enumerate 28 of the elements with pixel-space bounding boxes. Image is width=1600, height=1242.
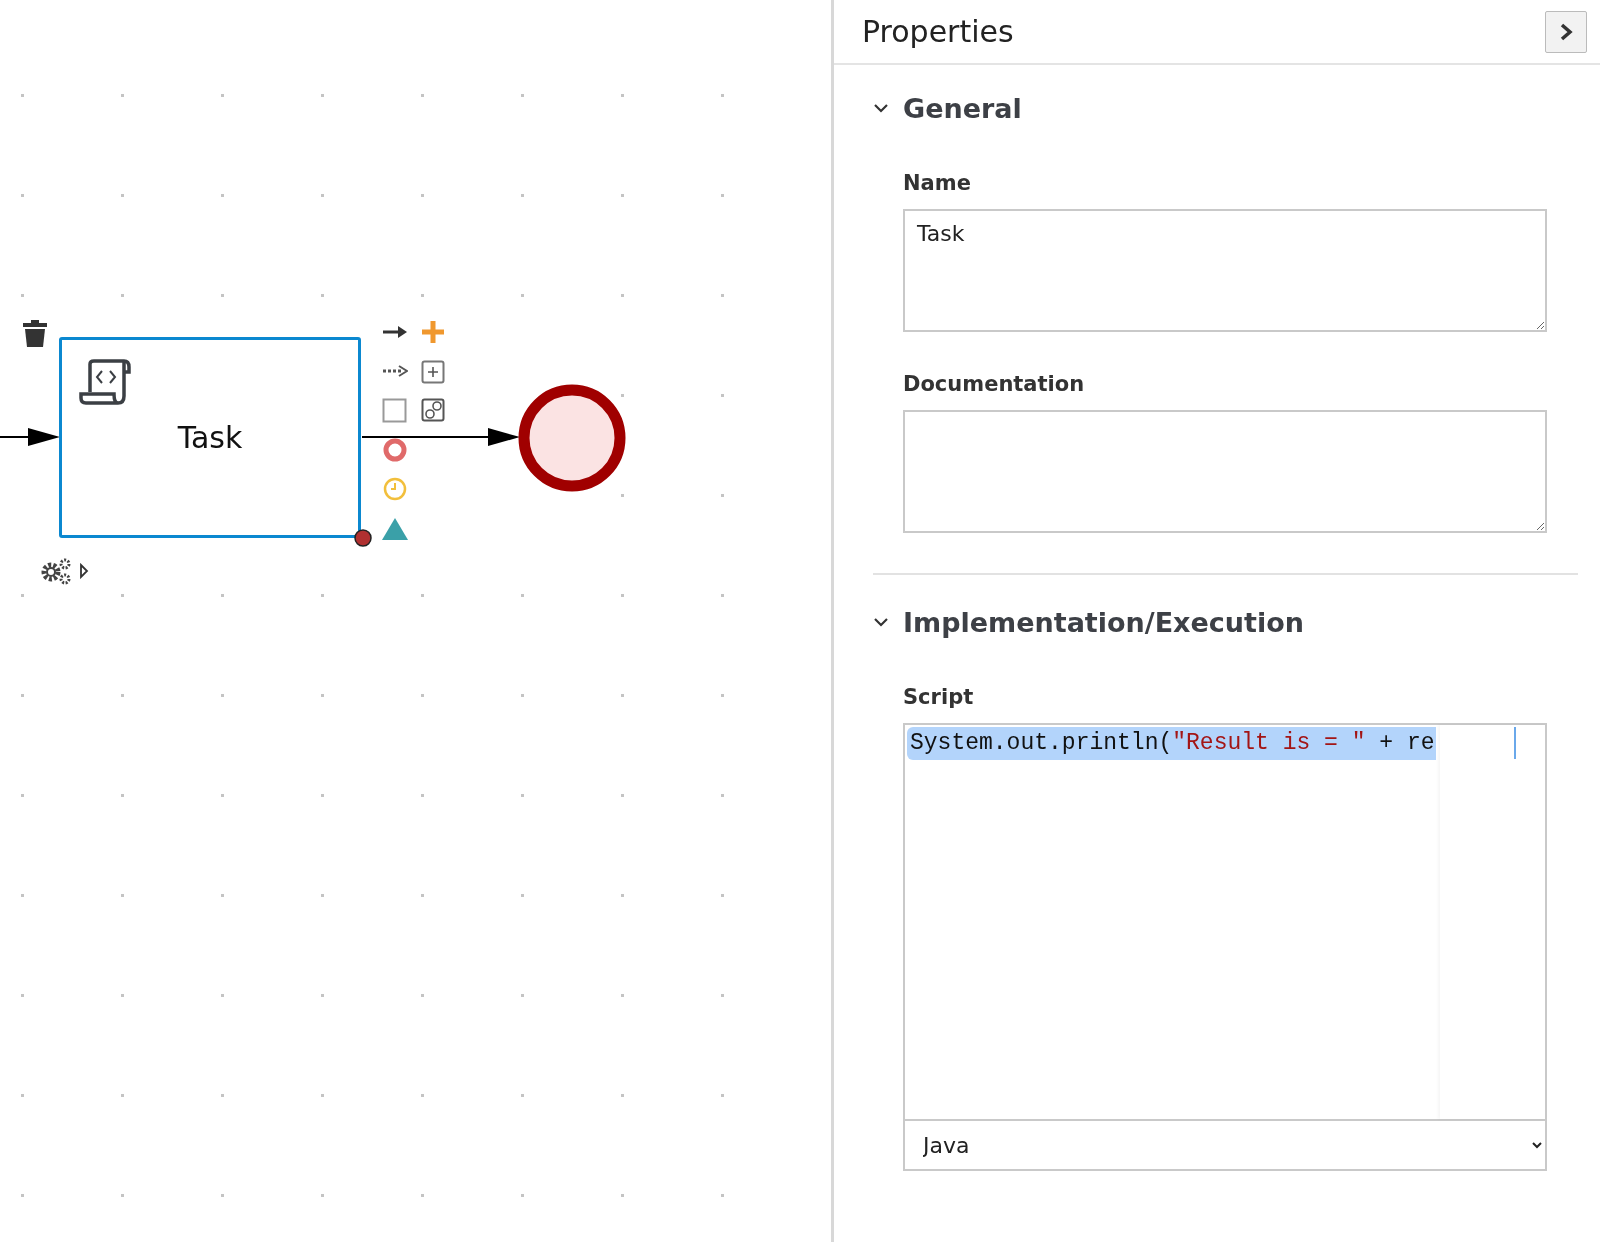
sequence-flow-arrow[interactable]	[362, 426, 520, 448]
collapse-panel-button[interactable]	[1545, 10, 1587, 53]
task-shape-icon[interactable]	[382, 398, 407, 423]
end-event[interactable]	[518, 384, 626, 492]
trash-icon[interactable]	[22, 318, 48, 348]
field-label: Script	[903, 685, 975, 709]
arrow-icon[interactable]	[382, 324, 408, 340]
resize-handle-icon[interactable]	[354, 529, 372, 547]
code-editor[interactable]: System.out.println("Result is = " + re	[903, 723, 1547, 1119]
script-icon	[78, 358, 132, 406]
caret-icon[interactable]	[79, 563, 89, 579]
field-label: Documentation	[903, 372, 1086, 396]
gears-icon[interactable]	[40, 557, 72, 585]
subprocess-icon[interactable]	[421, 360, 446, 385]
panel-title: Properties	[862, 14, 1014, 49]
text-cursor	[1514, 727, 1516, 759]
dashed-arrow-icon[interactable]	[382, 364, 408, 378]
text-area[interactable]: Task	[903, 209, 1547, 332]
task-label: Task	[177, 420, 243, 455]
gateway-shape-icon[interactable]	[421, 398, 446, 423]
section-header[interactable]: Implementation/Execution	[873, 597, 1304, 647]
chevron-right-icon	[1559, 21, 1573, 42]
triangle-icon[interactable]	[381, 517, 409, 541]
section-header[interactable]: General	[873, 83, 1022, 133]
field-label: Name	[903, 171, 972, 195]
sequence-flow-arrow[interactable]	[0, 426, 60, 448]
script-task[interactable]: Task	[59, 337, 361, 538]
end-event-icon[interactable]	[383, 438, 407, 462]
